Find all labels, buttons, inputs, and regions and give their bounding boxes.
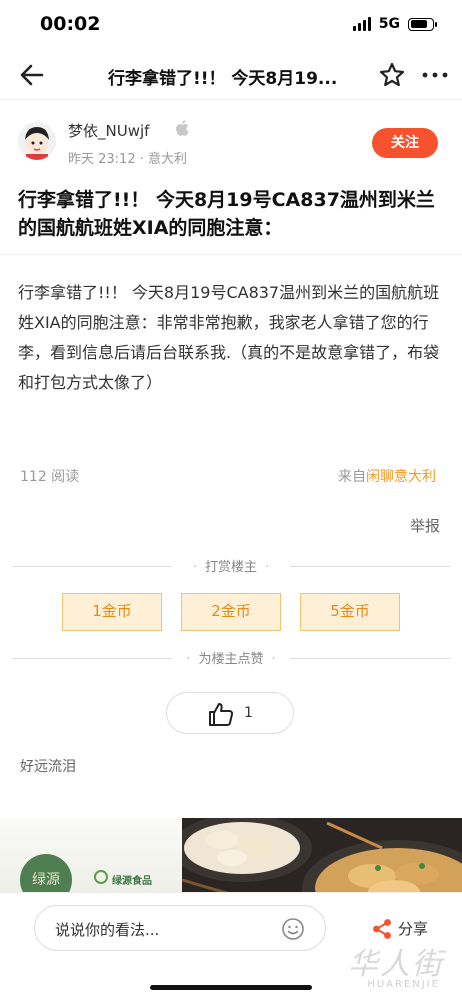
thumbs-up-icon (209, 703, 234, 726)
post-meta: 昨天 23:12 · 意大利 (68, 152, 187, 167)
home-indicator (150, 985, 312, 990)
dumpling-image-icon (172, 818, 462, 898)
coin-button-1[interactable]: 1金币 (62, 593, 162, 631)
comment-placeholder: 说说你的看法... (55, 921, 160, 939)
ad-brand-name: 绿源食品 (112, 876, 152, 887)
reward-section-label: 打赏楼主 (12, 556, 450, 575)
share-label: 分享 (398, 920, 429, 938)
coin-button-5[interactable]: 5金币 (300, 593, 400, 631)
author-row: 梦依_NUwjf 昨天 23:12 · 意大利 关注 (18, 116, 448, 170)
signal-icon (352, 17, 371, 31)
ad-brand-panel: 绿源 绿源食品 (0, 818, 182, 898)
like-button[interactable]: 1 (166, 692, 294, 734)
nav-title: 行李拿错了!!！ 今天8月19... (108, 69, 338, 89)
source-forum-link[interactable]: 闲聊意大利 (366, 469, 436, 485)
post-title: 行李拿错了!!！ 今天8月19号CA837温州到米兰的国航航班姓XIA的同胞注意… (18, 189, 435, 239)
bottom-bar: 说说你的看法... 分享 华人街 HUARENJIE (0, 892, 462, 1000)
comment-input[interactable]: 说说你的看法... (34, 905, 326, 951)
status-time: 00:02 (40, 13, 101, 35)
title-divider (0, 254, 462, 255)
reward-section-header: 打赏楼主 (12, 556, 450, 576)
avatar[interactable] (18, 122, 56, 160)
read-count: 112 阅读 (20, 469, 80, 485)
liker-name[interactable]: 好远流泪 (20, 756, 76, 776)
ad-brand-mark-icon (94, 870, 108, 884)
like-section-label: 为楼主点赞 (12, 648, 450, 667)
more-icon[interactable] (420, 62, 450, 88)
like-count: 1 (244, 705, 253, 721)
battery-icon (408, 17, 437, 31)
back-arrow-icon[interactable] (18, 62, 46, 88)
star-icon[interactable] (378, 61, 406, 89)
report-link[interactable]: 举报 (410, 515, 440, 536)
watermark: 华人街 (348, 947, 444, 982)
nav-bar: 行李拿错了!!！ 今天8月19... (0, 50, 462, 100)
coin-options: 1金币 2金币 5金币 (60, 593, 404, 631)
post-body: 行李拿错了!!！ 今天8月19号CA837温州到米兰的国航航班姓XIA的同胞注意… (18, 283, 440, 392)
emoji-icon[interactable] (281, 917, 305, 941)
watermark-sub: HUARENJIE (367, 979, 440, 990)
ad-food-image (172, 818, 462, 898)
ad-banner[interactable]: 绿源 绿源食品 (0, 818, 462, 898)
coin-button-2[interactable]: 2金币 (181, 593, 281, 631)
like-section-header: 为楼主点赞 (12, 648, 450, 668)
share-icon (373, 919, 391, 939)
status-bar: 00:02 5G (0, 0, 462, 50)
author-name[interactable]: 梦依_NUwjf (68, 120, 149, 141)
network-label: 5G (378, 16, 400, 32)
avatar-image-icon (18, 122, 56, 160)
follow-button[interactable]: 关注 (372, 128, 438, 158)
apple-icon (176, 120, 189, 136)
status-indicators: 5G (352, 16, 437, 32)
post-source: 来自闲聊意大利 (338, 466, 436, 486)
source-prefix: 来自 (338, 469, 366, 485)
